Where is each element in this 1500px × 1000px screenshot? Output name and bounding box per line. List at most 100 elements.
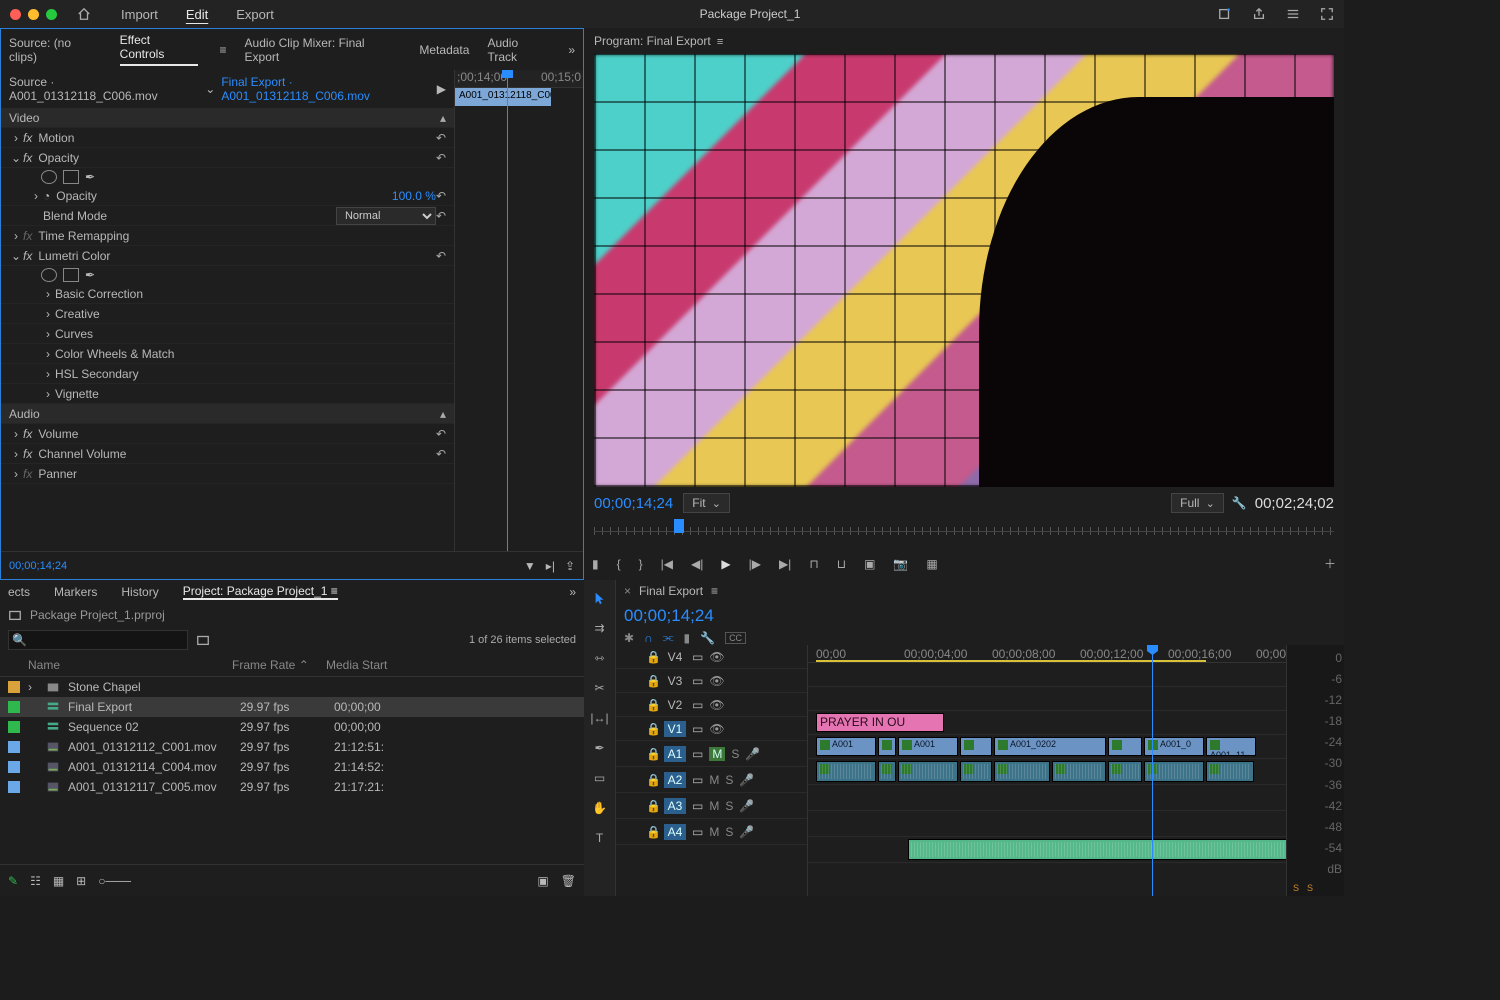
channel-volume-effect[interactable]: ›fxChannel Volume↶	[1, 444, 454, 464]
effect-playhead[interactable]	[507, 70, 508, 551]
lumetri-section[interactable]: ›Creative	[1, 304, 454, 324]
lumetri-section[interactable]: ›Basic Correction	[1, 284, 454, 304]
video-clip[interactable]	[960, 737, 992, 756]
label-swatch[interactable]	[8, 761, 20, 773]
solo-button[interactable]: S	[731, 747, 739, 761]
export-icon[interactable]: ⇪	[565, 559, 575, 573]
track-header-a1[interactable]: 🔒 A1 ▭ MS🎤	[616, 741, 807, 767]
reset-icon[interactable]: ↶	[436, 249, 446, 263]
workspace-edit[interactable]: Edit	[186, 7, 208, 22]
track-v2[interactable]: PRAYER IN OU	[808, 711, 1286, 735]
reset-icon[interactable]: ↶	[436, 151, 446, 165]
clip-prayer[interactable]: PRAYER IN OU	[816, 713, 944, 732]
lock-icon[interactable]: 🔒	[646, 722, 658, 736]
audio-clip[interactable]	[1052, 761, 1106, 782]
audio-clip-mixer-tab[interactable]: Audio Clip Mixer: Final Export	[245, 36, 402, 64]
track-header-v1[interactable]: 🔒 V1 ▭ 👁	[616, 717, 807, 741]
scrub-playhead[interactable]	[674, 519, 684, 533]
voice-icon[interactable]: 🎤	[739, 773, 754, 787]
voice-icon[interactable]: 🎤	[745, 747, 760, 761]
lock-icon[interactable]: 🔒	[646, 773, 658, 787]
source-tab[interactable]: Source: (no clips)	[9, 36, 102, 64]
source-patch[interactable]: ▭	[692, 698, 703, 712]
play-button[interactable]: ▶	[721, 557, 730, 571]
lock-icon[interactable]: 🔒	[646, 698, 658, 712]
lumetri-section[interactable]: ›HSL Secondary	[1, 364, 454, 384]
extract-icon[interactable]: ⊔	[837, 557, 846, 571]
reset-icon[interactable]: ↶	[436, 189, 446, 203]
rectangle-tool[interactable]: ▭	[590, 768, 610, 788]
track-target[interactable]: V3	[664, 673, 686, 689]
track-header-v2[interactable]: 🔒 V2 ▭ 👁	[616, 693, 807, 717]
solo-button[interactable]: S	[725, 773, 733, 787]
voice-icon[interactable]: 🎤	[739, 799, 754, 813]
motion-effect[interactable]: ›fxMotion↶	[1, 128, 454, 148]
project-row[interactable]: › Stone Chapel	[0, 677, 584, 697]
opacity-value[interactable]: 100.0 %	[392, 189, 436, 203]
audio-clip[interactable]	[960, 761, 992, 782]
snap-icon[interactable]: ∩	[644, 631, 653, 645]
lift-icon[interactable]: ⊓	[809, 557, 818, 571]
quick-export-icon[interactable]	[1218, 7, 1232, 21]
effects-tab[interactable]: ects	[8, 585, 30, 599]
track-select-tool[interactable]: ⇉	[590, 618, 610, 638]
solo-button[interactable]: S	[725, 799, 733, 813]
ellipse-mask-button[interactable]	[41, 268, 57, 282]
source-patch[interactable]: ▭	[692, 799, 703, 813]
video-clip[interactable]: A001_0202	[994, 737, 1106, 756]
freeform-view-icon[interactable]: ⊞	[76, 874, 86, 888]
hand-tool[interactable]: ✋	[590, 798, 610, 818]
track-header-v4[interactable]: 🔒 V4 ▭ 👁	[616, 645, 807, 669]
volume-effect[interactable]: ›fxVolume↶	[1, 424, 454, 444]
effect-keyframe-area[interactable]: ;00;14;00 00;15;0 A001_01312118_C006.mo	[455, 70, 583, 551]
track-a3[interactable]	[808, 811, 1286, 837]
video-clip[interactable]	[878, 737, 896, 756]
blend-mode-select[interactable]: Normal	[336, 207, 436, 225]
audio-track-tab[interactable]: Audio Track	[487, 36, 550, 64]
linked-selection-icon[interactable]: ⫘	[663, 630, 674, 645]
out-point-icon[interactable]: }	[639, 557, 643, 571]
solo-button[interactable]: S	[725, 825, 733, 839]
panner-effect[interactable]: ›fxPanner	[1, 464, 454, 484]
fullscreen-icon[interactable]	[1320, 7, 1334, 21]
track-v4[interactable]	[808, 663, 1286, 687]
overflow-icon[interactable]: »	[569, 585, 576, 599]
label-swatch[interactable]	[8, 741, 20, 753]
reset-icon[interactable]: ↶	[436, 427, 446, 441]
settings-icon[interactable]: 🔧	[700, 631, 715, 645]
track-a1[interactable]	[808, 759, 1286, 785]
lock-icon[interactable]: 🔒	[646, 650, 658, 664]
collapse-icon[interactable]: ▴	[440, 111, 446, 125]
track-header-a4[interactable]: 🔒 A4 ▭ MS🎤	[616, 819, 807, 845]
timeline-playhead[interactable]	[1152, 645, 1153, 896]
work-area-bar[interactable]	[816, 660, 1206, 662]
col-name[interactable]: Name	[28, 658, 228, 672]
panel-menu-icon[interactable]: ≡	[711, 584, 718, 598]
step-icon[interactable]: ▸|	[546, 559, 555, 573]
effect-timecode[interactable]: 00;00;14;24	[9, 560, 67, 572]
track-a2[interactable]	[808, 785, 1286, 811]
step-fwd-icon[interactable]: |▶	[749, 557, 761, 571]
camera-icon[interactable]: 📷	[893, 557, 908, 571]
track-header-v3[interactable]: 🔒 V3 ▭ 👁	[616, 669, 807, 693]
video-section-header[interactable]: Video▴	[1, 108, 454, 128]
track-target[interactable]: V4	[664, 649, 686, 665]
source-patch[interactable]: ▭	[692, 825, 703, 839]
track-target[interactable]: A2	[664, 772, 686, 788]
program-monitor-tab[interactable]: Program: Final Export ≡	[584, 28, 1344, 54]
marker-icon[interactable]: ▮	[592, 557, 599, 571]
eye-icon[interactable]: 👁	[709, 722, 724, 736]
pen-mask-icon[interactable]: ✒	[85, 268, 95, 282]
time-remapping-effect[interactable]: ›fxTime Remapping	[1, 226, 454, 246]
track-header-a2[interactable]: 🔒 A2 ▭ MS🎤	[616, 767, 807, 793]
project-tab[interactable]: Project: Package Project_1 ≡	[183, 584, 338, 600]
timeline-track-area[interactable]: 00;00 00;00;04;00 00;00;08;00 00;00;12;0…	[808, 645, 1286, 896]
resolution-select[interactable]: Full ⌄	[1171, 493, 1224, 513]
lumetri-section[interactable]: ›Vignette	[1, 384, 454, 404]
markers-tab[interactable]: Markers	[54, 585, 97, 599]
program-viewport[interactable]	[594, 54, 1334, 487]
workspace-import[interactable]: Import	[121, 7, 158, 22]
lumetri-section[interactable]: ›Color Wheels & Match	[1, 344, 454, 364]
project-row[interactable]: Final Export 29.97 fps 00;00;00	[0, 697, 584, 717]
step-back-icon[interactable]: ◀|	[691, 557, 703, 571]
